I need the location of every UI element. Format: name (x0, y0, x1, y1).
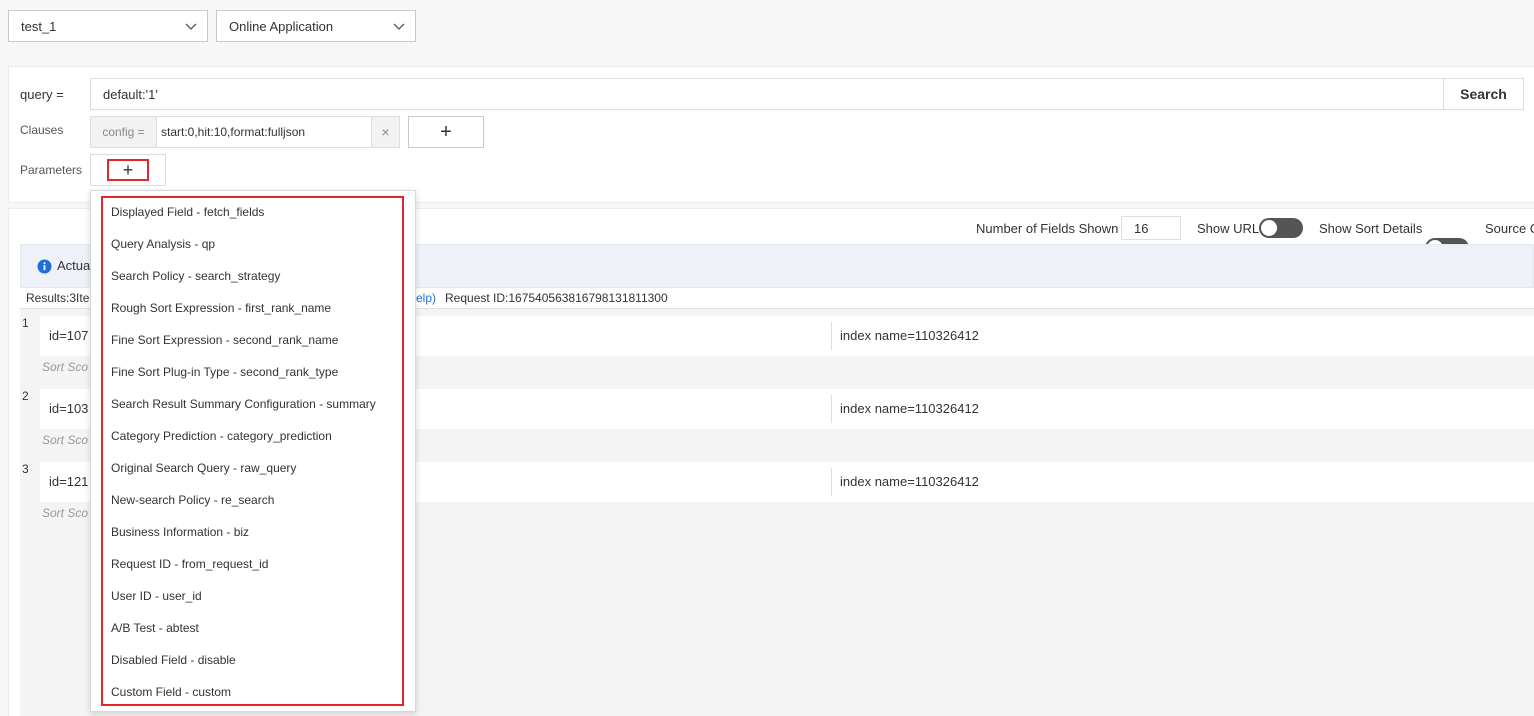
dropdown-item[interactable]: Original Search Query - raw_query (111, 452, 399, 484)
parameters-label: Parameters (20, 163, 83, 177)
dropdown-item[interactable]: Business Information - biz (111, 516, 399, 548)
chevron-down-icon (185, 23, 197, 30)
config-input[interactable]: start:0,hit:10,format:fulljson (156, 116, 372, 148)
show-url-toggle[interactable] (1259, 218, 1303, 238)
result-index: 2 (22, 389, 29, 403)
results-summary: Results:3Ite (26, 291, 89, 305)
result-sort-score: Sort Sco (42, 433, 89, 447)
dropdown-item[interactable]: Disabled Field - disable (111, 644, 399, 676)
environment-select-value: Online Application (229, 18, 334, 34)
dropdown-item[interactable]: Search Policy - search_strategy (111, 260, 399, 292)
dropdown-item[interactable]: User ID - user_id (111, 580, 399, 612)
dropdown-item[interactable]: Category Prediction - category_predictio… (111, 420, 399, 452)
config-input-value: start:0,hit:10,format:fulljson (161, 125, 306, 139)
fields-shown-input[interactable]: 16 (1121, 216, 1181, 240)
result-col-divider (831, 468, 832, 496)
result-index: 3 (22, 462, 29, 476)
dropdown-item[interactable]: Displayed Field - fetch_fields (111, 196, 399, 228)
result-sort-score: Sort Sco (42, 506, 89, 520)
dropdown-item[interactable]: Fine Sort Expression - second_rank_name (111, 324, 399, 356)
result-col-divider (831, 395, 832, 423)
result-index-name: index name=110326412 (840, 401, 979, 416)
result-id: id=103 (49, 401, 89, 416)
result-id: id=121 (49, 474, 89, 489)
source-label: Source C (1485, 221, 1534, 236)
chevron-down-icon (393, 23, 405, 30)
dropdown-item[interactable]: Rough Sort Expression - first_rank_name (111, 292, 399, 324)
instance-select-value: test_1 (21, 18, 57, 34)
search-button-label: Search (1460, 86, 1507, 102)
environment-select[interactable]: Online Application (216, 10, 416, 42)
result-col-divider (831, 322, 832, 350)
show-sort-details-label: Show Sort Details (1319, 221, 1423, 236)
dropdown-item[interactable]: Custom Field - custom (111, 676, 399, 708)
search-button[interactable]: Search (1443, 78, 1524, 110)
config-clear-button[interactable]: × (371, 116, 400, 148)
dropdown-item[interactable]: A/B Test - abtest (111, 612, 399, 644)
dropdown-item[interactable]: New-search Policy - re_search (111, 484, 399, 516)
close-icon: × (381, 124, 390, 140)
result-index: 1 (22, 316, 29, 330)
config-prefix-text: config = (102, 125, 145, 139)
fields-shown-value: 16 (1134, 220, 1149, 236)
query-label: query = (20, 87, 64, 102)
fields-shown-label: Number of Fields Shown (976, 221, 1119, 236)
result-index-name: index name=110326412 (840, 328, 979, 343)
result-sort-score: Sort Sco (42, 360, 89, 374)
dropdown-item[interactable]: Query Analysis - qp (111, 228, 399, 260)
show-url-label: Show URL (1197, 221, 1260, 236)
dropdown-item[interactable]: Request ID - from_request_id (111, 548, 399, 580)
query-input-value: default:'1' (103, 86, 158, 102)
result-id: id=107 (49, 328, 89, 343)
dropdown-item[interactable]: Fine Sort Plug-in Type - second_rank_typ… (111, 356, 399, 388)
results-count: Results:3Ite (26, 291, 90, 305)
query-input[interactable]: default:'1' (90, 78, 1445, 110)
config-prefix: config = (90, 116, 157, 148)
instance-select[interactable]: test_1 (8, 10, 208, 42)
result-index-name: index name=110326412 (840, 474, 979, 489)
clauses-label: Clauses (20, 123, 64, 137)
info-bar-text: Actua (57, 258, 91, 273)
add-parameter-button[interactable]: + (90, 154, 166, 186)
add-clause-button[interactable]: + (408, 116, 484, 148)
plus-icon: + (122, 160, 134, 180)
help-link[interactable]: elp) (416, 291, 436, 305)
add-parameter-highlight: + (107, 159, 149, 181)
info-icon (37, 259, 52, 274)
request-id: Request ID:167540563816798131811300 (445, 291, 668, 305)
dropdown-item[interactable]: Search Result Summary Configuration - su… (111, 388, 399, 420)
plus-icon: + (440, 121, 452, 143)
